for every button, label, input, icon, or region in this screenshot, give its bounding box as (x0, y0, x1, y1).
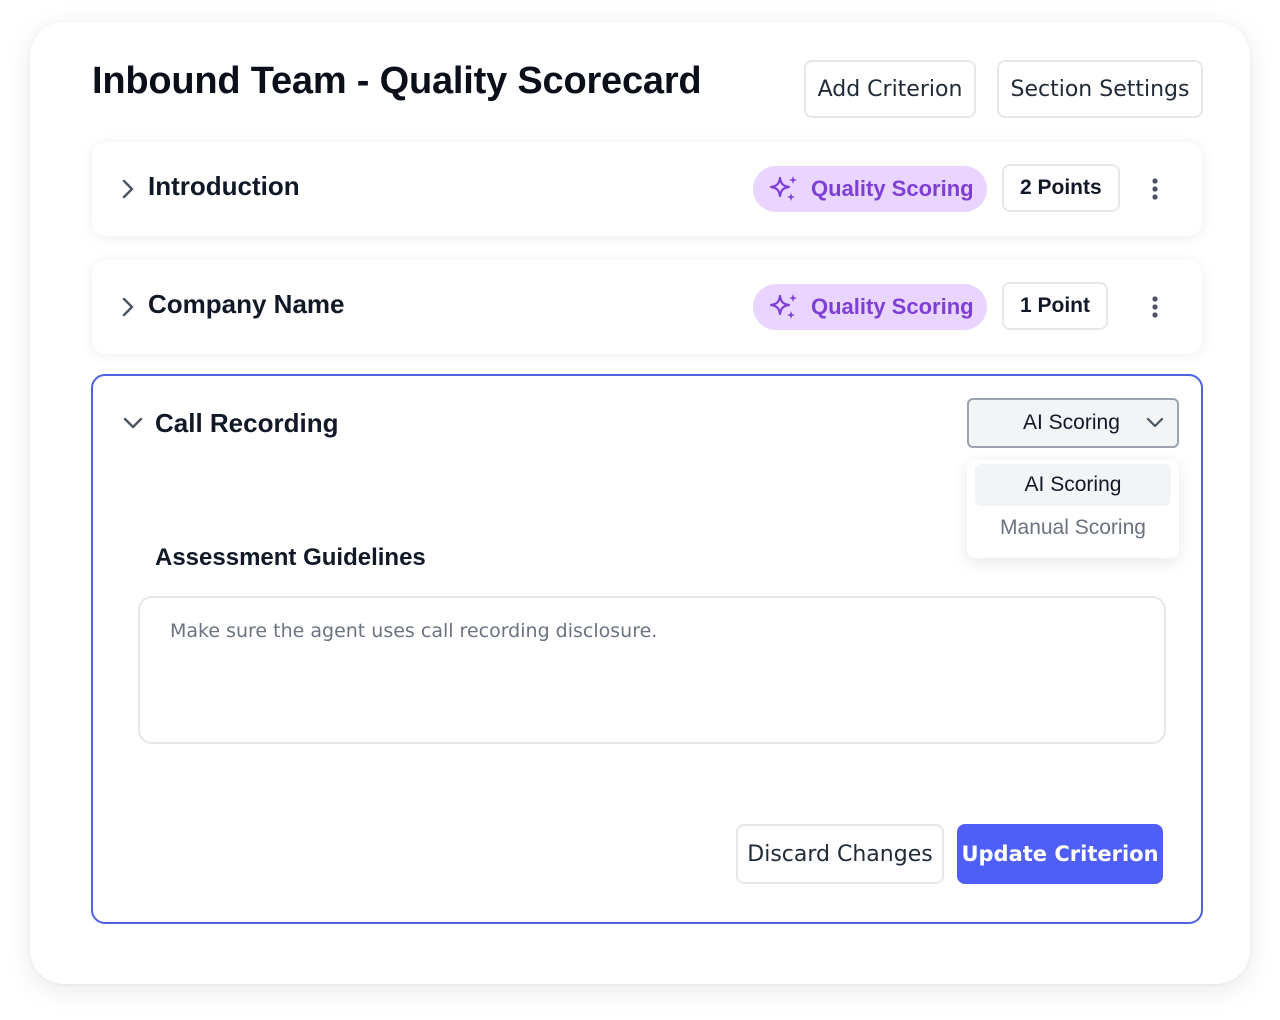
chevron-right-icon[interactable] (118, 176, 138, 202)
page-title: Inbound Team - Quality Scorecard (92, 60, 702, 102)
more-vertical-icon[interactable] (1142, 292, 1168, 322)
badge-label: Quality Scoring (811, 294, 974, 319)
add-criterion-button[interactable]: Add Criterion (804, 60, 976, 118)
update-criterion-button[interactable]: Update Criterion (957, 824, 1163, 884)
points-badge: 1 Point (1002, 282, 1109, 330)
criterion-row-company-name[interactable]: Company Name Quality Scoring 1 Point (92, 260, 1202, 354)
dropdown-option-ai-scoring[interactable]: AI Scoring (975, 464, 1171, 506)
sparkles-icon (769, 294, 797, 319)
scorecard-card: Inbound Team - Quality Scorecard Add Cri… (30, 22, 1250, 984)
badge-label: Quality Scoring (811, 176, 974, 201)
select-value: AI Scoring (1023, 411, 1120, 434)
guidelines-textarea[interactable]: Make sure the agent uses call recording … (138, 596, 1166, 744)
chevron-down-icon[interactable] (121, 414, 145, 432)
points-badge: 2 Points (1002, 164, 1120, 212)
chevron-down-icon (1146, 417, 1164, 428)
sparkles-icon (769, 176, 797, 201)
chevron-right-icon[interactable] (118, 294, 138, 320)
criterion-panel-call-recording: Call Recording AI Scoring AI Scoring Man… (91, 374, 1203, 924)
scoring-type-select[interactable]: AI Scoring (967, 398, 1179, 448)
guidelines-label: Assessment Guidelines (155, 544, 426, 571)
criterion-title: Call Recording (155, 408, 339, 438)
dropdown-option-manual-scoring[interactable]: Manual Scoring (975, 507, 1171, 549)
discard-changes-button[interactable]: Discard Changes (736, 824, 944, 884)
more-vertical-icon[interactable] (1142, 174, 1168, 204)
criterion-row-introduction[interactable]: Introduction Quality Scoring 2 Points (92, 142, 1202, 236)
section-settings-button[interactable]: Section Settings (997, 60, 1203, 118)
quality-scoring-badge: Quality Scoring (753, 166, 987, 212)
criterion-title: Company Name (148, 289, 345, 319)
criterion-title: Introduction (148, 171, 300, 201)
scoring-type-dropdown: AI Scoring Manual Scoring (967, 460, 1179, 558)
quality-scoring-badge: Quality Scoring (753, 284, 987, 330)
